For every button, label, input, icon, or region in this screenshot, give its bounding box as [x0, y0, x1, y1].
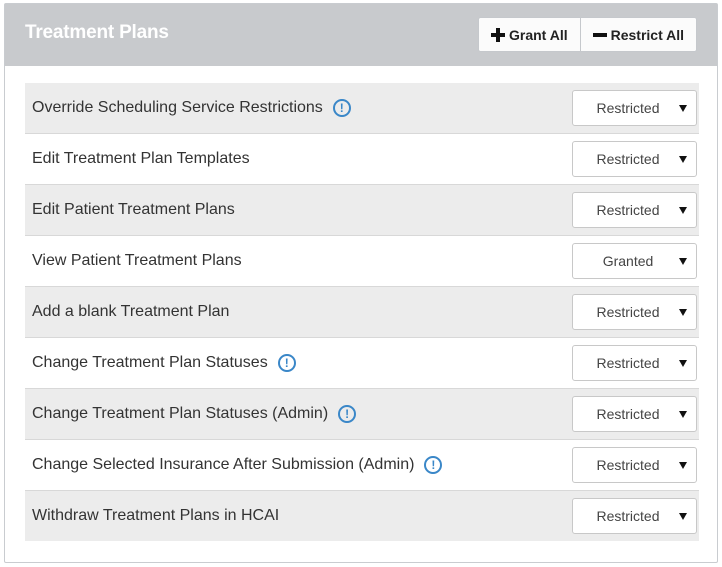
permission-row: Edit Patient Treatment Plans Restricted [25, 185, 699, 236]
info-icon[interactable]: ! [332, 99, 351, 117]
panel-title: Treatment Plans [25, 22, 169, 43]
permission-select[interactable]: Restricted [572, 294, 697, 330]
permission-row: Withdraw Treatment Plans in HCAI Restrict… [25, 491, 699, 541]
permission-select-value: Restricted [596, 508, 660, 524]
chevron-down-icon [679, 155, 687, 163]
permission-select-value: Restricted [596, 202, 660, 218]
permission-label: Withdraw Treatment Plans in HCAI [32, 507, 280, 524]
permission-row: Change Treatment Plan Statuses (Admin)! R… [25, 389, 699, 440]
chevron-down-icon [679, 308, 687, 316]
plus-icon [491, 27, 505, 42]
permission-select[interactable]: Restricted [572, 192, 697, 228]
permission-select[interactable]: Restricted [572, 90, 697, 126]
permission-row: Edit Treatment Plan Templates Restricted [25, 134, 699, 185]
permission-label: Change Treatment Plan Statuses (Admin) [32, 405, 329, 422]
permission-label: Change Selected Insurance After Submissi… [32, 456, 415, 473]
treatment-plans-panel: Treatment Plans Grant All Restrict All O… [4, 3, 718, 563]
permission-select[interactable]: Restricted [572, 345, 697, 381]
permission-label: Add a blank Treatment Plan [32, 303, 230, 320]
grant-all-label: Grant All [509, 26, 568, 43]
permission-row: Change Selected Insurance After Submissi… [25, 440, 699, 491]
chevron-down-icon [679, 104, 687, 112]
chevron-down-icon [679, 206, 687, 214]
permission-row: Add a blank Treatment Plan Restricted [25, 287, 699, 338]
permission-select[interactable]: Restricted [572, 447, 697, 483]
chevron-down-icon [679, 512, 687, 520]
info-icon[interactable]: ! [277, 354, 296, 372]
permission-select[interactable]: Restricted [572, 141, 697, 177]
restrict-all-label: Restrict All [610, 26, 684, 43]
permission-label: Edit Patient Treatment Plans [32, 201, 235, 218]
permission-label: Override Scheduling Service Restrictions [32, 99, 323, 116]
permission-select-value: Restricted [596, 100, 660, 116]
permission-label: Edit Treatment Plan Templates [32, 150, 250, 167]
permission-label: Change Treatment Plan Statuses [32, 354, 268, 371]
chevron-down-icon [679, 257, 687, 265]
bulk-actions: Grant All Restrict All [478, 17, 697, 52]
chevron-down-icon [679, 461, 687, 469]
chevron-down-icon [679, 359, 687, 367]
permission-select-value: Granted [602, 253, 654, 269]
restrict-all-button[interactable]: Restrict All [579, 18, 696, 51]
permission-row: Override Scheduling Service Restrictions… [25, 83, 699, 134]
permission-select[interactable]: Granted [572, 243, 697, 279]
permission-row: View Patient Treatment Plans Granted [25, 236, 699, 287]
permission-select[interactable]: Restricted [572, 498, 697, 534]
info-icon[interactable]: ! [424, 456, 443, 474]
info-icon[interactable]: ! [338, 405, 357, 423]
permission-select-value: Restricted [596, 457, 660, 473]
permission-select-value: Restricted [596, 304, 660, 320]
panel-header: Treatment Plans Grant All Restrict All [5, 4, 717, 66]
permission-list: Override Scheduling Service Restrictions… [25, 83, 699, 541]
permission-select-value: Restricted [596, 355, 660, 371]
permission-row: Change Treatment Plan Statuses! Restricte… [25, 338, 699, 389]
permission-label: View Patient Treatment Plans [32, 252, 242, 269]
chevron-down-icon [679, 410, 687, 418]
permission-select[interactable]: Restricted [572, 396, 697, 432]
minus-icon [592, 28, 607, 42]
grant-all-button[interactable]: Grant All [479, 18, 580, 51]
permission-select-value: Restricted [596, 151, 660, 167]
permission-select-value: Restricted [596, 406, 660, 422]
